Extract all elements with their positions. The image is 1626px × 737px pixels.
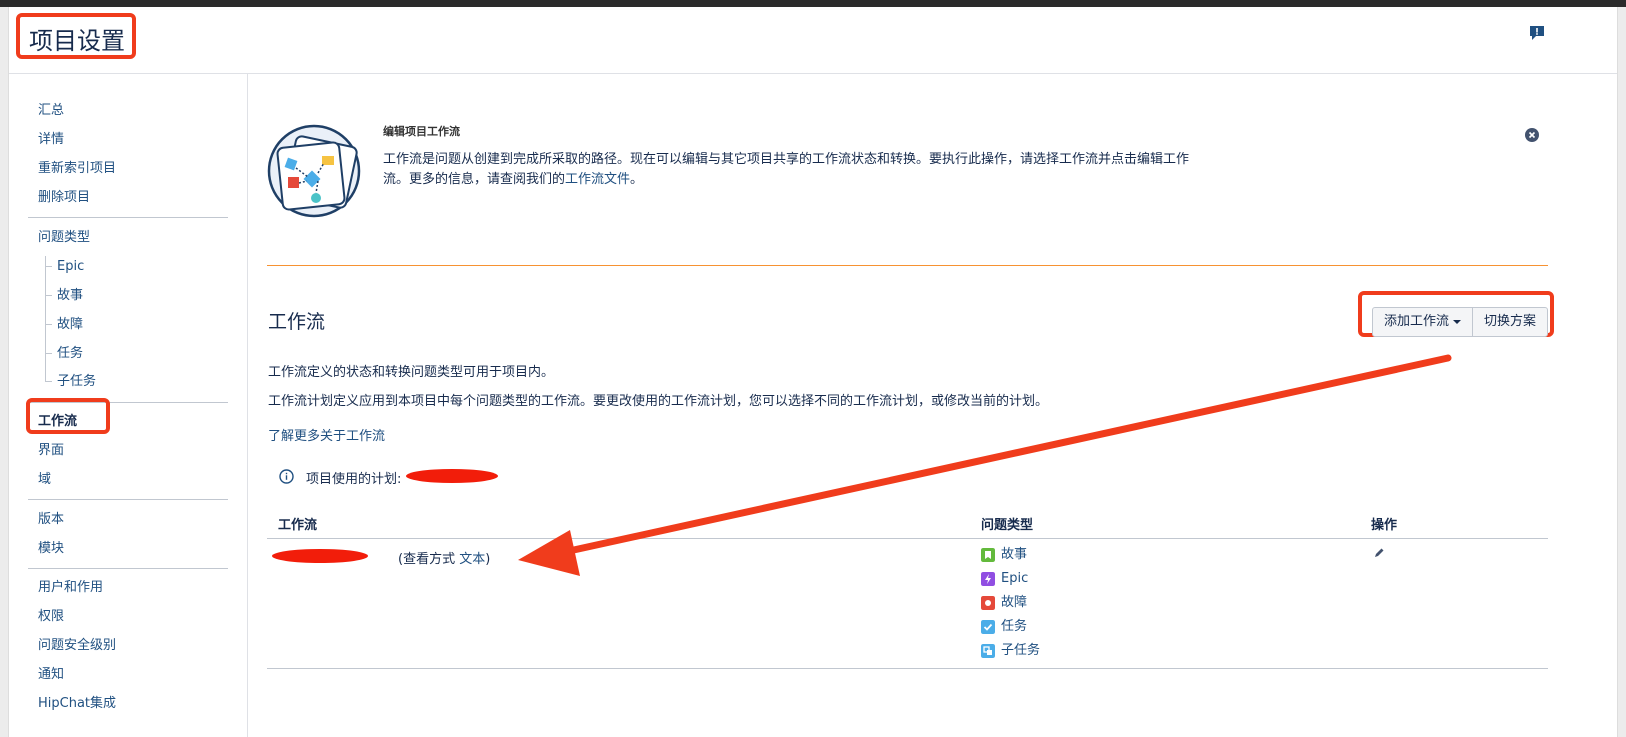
story-icon [981, 548, 995, 562]
sidebar-item-fields[interactable]: 域 [38, 471, 51, 489]
sidebar-item-subtask[interactable]: 子任务 [57, 373, 96, 391]
learn-more-link[interactable]: 了解更多关于工作流 [268, 425, 385, 444]
add-workflow-button[interactable]: 添加工作流 [1372, 307, 1473, 337]
sidebar-item-versions[interactable]: 版本 [38, 511, 64, 529]
issue-type-label: Epic [1001, 571, 1029, 586]
close-icon[interactable] [1525, 128, 1539, 142]
view-suffix: ) [485, 552, 491, 567]
tree-tick [45, 324, 52, 325]
sidebar-item-components[interactable]: 模块 [38, 540, 64, 558]
sidebar-item-details[interactable]: 详情 [38, 131, 64, 149]
sidebar-item-hipchat[interactable]: HipChat集成 [38, 695, 116, 713]
browser-top-bar [0, 0, 1626, 7]
subtask-icon [981, 644, 995, 658]
switch-scheme-button[interactable]: 切换方案 [1472, 307, 1548, 337]
issue-type-label: 故障 [1001, 595, 1028, 610]
project-settings-page: 项目设置 汇总 详情 重新索引项目 删除项目 问题类型 Epic 故事 故障 任… [8, 7, 1618, 737]
epic-icon [981, 572, 995, 586]
sidebar-divider [28, 217, 228, 218]
info-title: 编辑项目工作流 [383, 125, 460, 138]
sidebar-item-summary[interactable]: 汇总 [38, 102, 64, 120]
feedback-icon[interactable] [1529, 25, 1545, 41]
sidebar: 汇总 详情 重新索引项目 删除项目 问题类型 Epic 故事 故障 任务 子任务… [9, 73, 248, 737]
page-title: 项目设置 [29, 27, 125, 55]
tree-tick [45, 295, 52, 296]
info-divider [267, 265, 1548, 266]
column-header-issue-types: 问题类型 [981, 518, 1034, 533]
view-prefix: (查看方式 [398, 552, 460, 567]
info-description: 工作流是问题从创建到完成所采取的路径。现在可以编辑与其它项目共享的工作流状态和转… [383, 150, 1203, 190]
chevron-down-icon [1453, 319, 1461, 324]
sidebar-item-issue-security[interactable]: 问题安全级别 [38, 637, 116, 655]
column-header-actions: 操作 [1371, 518, 1398, 533]
sidebar-item-users-roles[interactable]: 用户和作用 [38, 579, 103, 597]
sidebar-item-screens[interactable]: 界面 [38, 442, 64, 460]
workflow-section-title: 工作流 [268, 311, 326, 333]
table-bottom-divider [267, 668, 1548, 669]
redacted-workflow-name [272, 549, 368, 563]
issue-type-label: 任务 [1001, 619, 1028, 634]
sidebar-divider [28, 568, 228, 569]
sidebar-item-reindex[interactable]: 重新索引项目 [38, 160, 116, 178]
tree-tick [45, 353, 52, 354]
workflow-docs-link[interactable]: 工作流文件 [565, 172, 630, 187]
workflow-description-2: 工作流计划定义应用到本项目中每个问题类型的工作流。要更改使用的工作流计划，您可以… [268, 394, 1049, 409]
view-as-text: (查看方式 文本) [398, 548, 490, 567]
tree-tick [45, 266, 52, 267]
sidebar-item-epic[interactable]: Epic [57, 258, 84, 276]
add-workflow-label: 添加工作流 [1383, 314, 1449, 329]
sidebar-item-delete-project[interactable]: 删除项目 [38, 189, 90, 207]
info-description-end: 。 [630, 172, 644, 187]
bug-icon [981, 596, 995, 610]
issue-type-label: 子任务 [1001, 643, 1041, 658]
sidebar-item-workflow[interactable]: 工作流 [38, 413, 77, 431]
scheme-label: 项目使用的计划: [306, 472, 402, 487]
task-icon [981, 620, 995, 634]
sidebar-item-story[interactable]: 故事 [57, 287, 83, 305]
sidebar-item-task[interactable]: 任务 [57, 345, 83, 363]
sidebar-item-notifications[interactable]: 通知 [38, 666, 64, 684]
workflow-illustration-icon [267, 124, 361, 218]
info-description-text: 工作流是问题从创建到完成所采取的路径。现在可以编辑与其它项目共享的工作流状态和转… [383, 152, 1190, 187]
table-header-divider [267, 538, 1548, 539]
redacted-scheme-name [406, 469, 498, 483]
info-icon [279, 469, 294, 484]
edit-pencil-icon[interactable] [1373, 547, 1385, 559]
sidebar-tree-line [45, 256, 46, 381]
column-header-workflow: 工作流 [278, 518, 318, 533]
main-content: 编辑项目工作流 工作流是问题从创建到完成所采取的路径。现在可以编辑与其它项目共享… [248, 73, 1617, 737]
sidebar-divider [28, 499, 228, 500]
tree-tick [45, 381, 52, 382]
issue-type-label: 故事 [1001, 547, 1028, 562]
view-as-text-link[interactable]: 文本 [459, 552, 485, 567]
workflow-description-1: 工作流定义的状态和转换问题类型可用于项目内。 [268, 365, 555, 380]
sidebar-item-permissions[interactable]: 权限 [38, 608, 64, 626]
page-header: 项目设置 [9, 7, 1617, 74]
sidebar-item-bug[interactable]: 故障 [57, 316, 83, 334]
sidebar-item-issue-types[interactable]: 问题类型 [38, 229, 90, 247]
